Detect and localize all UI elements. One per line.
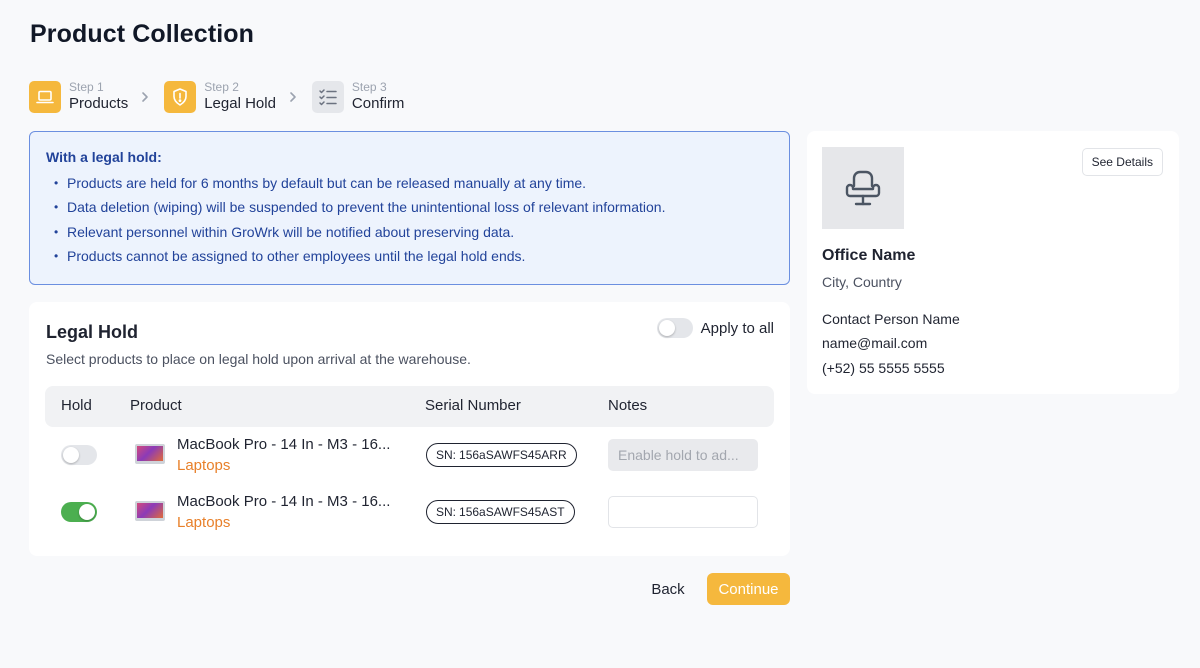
- contact-person-name: Contact Person Name: [822, 311, 960, 327]
- legal-hold-subtitle: Select products to place on legal hold u…: [46, 351, 471, 367]
- info-heading: With a legal hold:: [46, 149, 162, 165]
- step-label: Legal Hold: [204, 95, 276, 112]
- office-image: [822, 147, 904, 229]
- info-item: Relevant personnel within GroWrk will be…: [46, 220, 773, 245]
- back-button[interactable]: Back: [640, 573, 696, 605]
- apply-to-all: Apply to all: [656, 318, 774, 338]
- serial-number-badge: SN: 156aSAWFS45ARR: [426, 443, 577, 467]
- info-list: Products are held for 6 months by defaul…: [46, 171, 773, 268]
- stepper: Step 1 Products Step 2 Legal Hold Step 3…: [29, 80, 404, 114]
- laptop-icon: [29, 81, 61, 113]
- step-label: Products: [69, 95, 129, 112]
- legal-hold-title: Legal Hold: [46, 322, 139, 342]
- column-header-notes: Notes: [608, 397, 648, 414]
- product-category: Laptops: [177, 457, 231, 474]
- legal-hold-info-box: With a legal hold: Products are held for…: [29, 131, 790, 285]
- table-row: MacBook Pro - 14 In - M3 - 16... Laptops…: [45, 433, 774, 477]
- page-title: Product Collection: [30, 20, 255, 48]
- office-chair-icon: [845, 170, 881, 206]
- shield-alert-icon: [164, 81, 197, 113]
- hold-toggle[interactable]: [61, 502, 97, 522]
- hold-toggle[interactable]: [61, 445, 97, 465]
- apply-all-label: Apply to all: [700, 319, 774, 337]
- column-header-hold: Hold: [61, 397, 92, 414]
- step-number: Step 3: [351, 80, 387, 94]
- see-details-button[interactable]: See Details: [1081, 148, 1163, 176]
- product-category: Laptops: [177, 514, 231, 531]
- product-thumbnail: [135, 501, 165, 521]
- serial-value: 156aSAWFS45ARR: [459, 448, 567, 462]
- chevron-right-icon: [288, 91, 298, 103]
- office-name: Office Name: [822, 247, 916, 264]
- step-label: Confirm: [351, 95, 405, 112]
- serial-prefix: SN:: [436, 505, 457, 519]
- product-name: MacBook Pro - 14 In - M3 - 16...: [177, 493, 391, 510]
- serial-number-badge: SN: 156aSAWFS45AST: [426, 500, 575, 524]
- step-number: Step 1: [69, 80, 104, 94]
- info-item: Data deletion (wiping) will be suspended…: [46, 195, 773, 220]
- step-number: Step 2: [204, 80, 239, 94]
- serial-prefix: SN:: [436, 448, 457, 462]
- product-thumbnail: [135, 444, 165, 464]
- column-header-serial-number: Serial Number: [425, 397, 521, 414]
- chevron-right-icon: [140, 91, 150, 103]
- apply-all-toggle[interactable]: [656, 318, 693, 338]
- notes-input[interactable]: [608, 439, 758, 471]
- office-location: City, Country: [822, 274, 902, 290]
- contact-email: name@mail.com: [822, 335, 928, 351]
- table-row: MacBook Pro - 14 In - M3 - 16... Laptops…: [45, 490, 774, 534]
- info-item: Products cannot be assigned to other emp…: [46, 244, 773, 269]
- legal-hold-card: Legal Hold Select products to place on l…: [29, 302, 790, 556]
- notes-input[interactable]: [608, 496, 758, 528]
- contact-phone: (+52) 55 5555 5555: [822, 360, 945, 376]
- column-header-product: Product: [130, 397, 182, 414]
- step-confirm[interactable]: Step 3 Confirm: [311, 80, 405, 114]
- step-products[interactable]: Step 1 Products: [29, 80, 128, 114]
- table-header: Hold Product Serial Number Notes: [45, 386, 774, 427]
- step-legal-hold[interactable]: Step 2 Legal Hold: [164, 80, 276, 114]
- continue-button[interactable]: Continue: [707, 573, 790, 605]
- info-item: Products are held for 6 months by defaul…: [46, 171, 773, 196]
- product-name: MacBook Pro - 14 In - M3 - 16...: [177, 436, 391, 453]
- office-card: See Details Office Name City, Country Co…: [807, 131, 1179, 394]
- serial-value: 156aSAWFS45AST: [459, 505, 565, 519]
- checklist-icon: [311, 81, 344, 113]
